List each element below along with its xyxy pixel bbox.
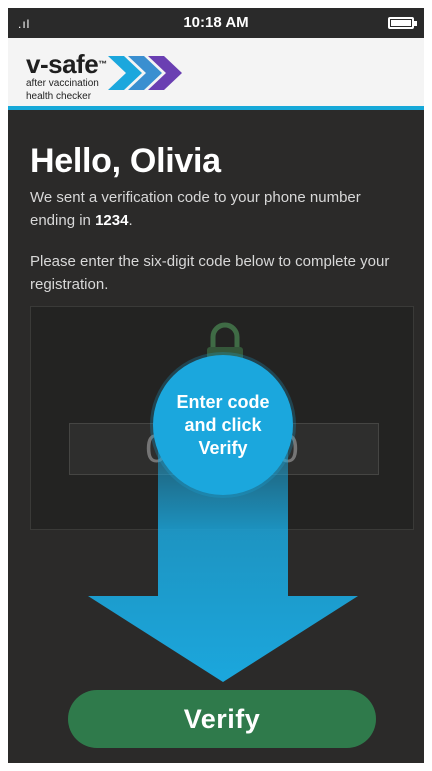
verify-button[interactable]: Verify: [68, 690, 376, 748]
status-bar: .ıl 10:18 AM: [8, 8, 424, 38]
verification-screen: Hello, Olivia We sent a verification cod…: [8, 110, 424, 763]
instruction-callout: Enter code and click Verify: [153, 355, 293, 495]
phone-last-digits: 1234: [95, 212, 129, 229]
logo-tagline-2: health checker: [26, 91, 92, 102]
logo-chevrons-icon: [108, 56, 182, 90]
logo-name: v-safe: [26, 49, 99, 79]
instruction-message: Please enter the six-digit code below to…: [30, 253, 390, 293]
app-header: v-safe™ after vaccination health checker: [8, 38, 424, 110]
verification-message: We sent a verification code to your phon…: [30, 186, 400, 232]
phone-frame: .ıl 10:18 AM v-safe™ after vaccination h…: [8, 8, 424, 763]
status-time: 10:18 AM: [183, 14, 249, 31]
logo-trademark: ™: [98, 59, 107, 69]
vsafe-logo: v-safe™ after vaccination health checker: [26, 49, 107, 102]
message-suffix: .: [128, 212, 133, 229]
page-title: Hello, Olivia: [30, 142, 221, 180]
logo-tagline-1: after vaccination: [26, 78, 99, 89]
battery-icon: [388, 17, 417, 29]
callout-text: Enter code and click Verify: [176, 391, 270, 458]
message-prefix: We sent a verification code to your phon…: [30, 189, 361, 229]
